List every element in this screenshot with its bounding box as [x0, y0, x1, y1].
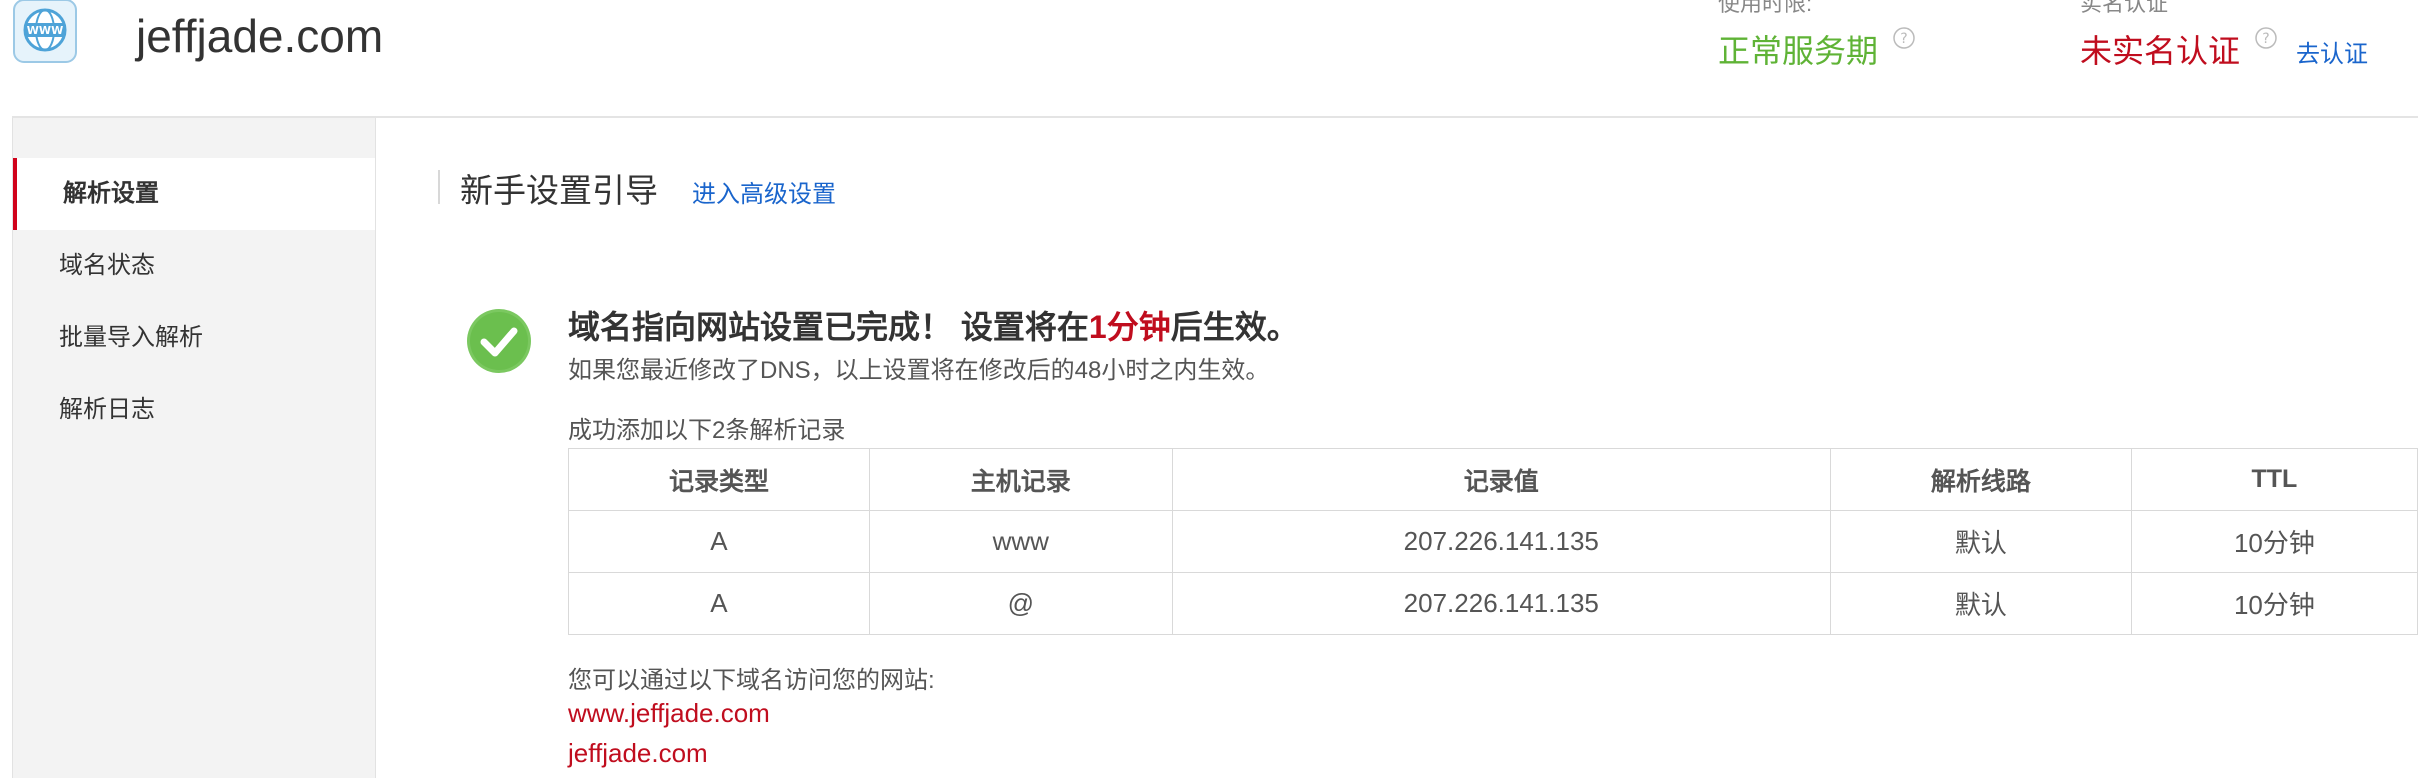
- sidebar-item-dns-settings[interactable]: 解析设置: [13, 158, 375, 230]
- svg-text:?: ?: [1900, 31, 1907, 47]
- table-cell: A: [568, 510, 870, 573]
- service-period-label: 使用时限:: [1718, 0, 1813, 16]
- table-cell: A: [568, 572, 870, 635]
- realname-value: 未实名认证: [2080, 33, 2241, 69]
- sidebar: 解析设置 域名状态 批量导入解析 解析日志: [12, 118, 376, 778]
- check-circle-icon: [466, 308, 532, 374]
- table-cell: 默认: [1829, 510, 2132, 573]
- column-header: 记录类型: [568, 448, 870, 511]
- page-title: 新手设置引导: [460, 172, 658, 209]
- records-table: 记录类型 主机记录 记录值 解析线路 TTL A www 207.226.141…: [568, 448, 2418, 635]
- section-marker: [438, 170, 440, 204]
- table-cell: 207.226.141.135: [1171, 572, 1831, 635]
- table-row: A @ 207.226.141.135 默认 10分钟: [568, 572, 2418, 635]
- sidebar-item-domain-status[interactable]: 域名状态: [13, 230, 375, 302]
- table-cell: www: [868, 510, 1173, 573]
- success-heading: 域名指向网站设置已完成！ 设置将在1分钟后生效。: [568, 302, 1299, 348]
- table-header-row: 记录类型 主机记录 记录值 解析线路 TTL: [568, 448, 2418, 511]
- advanced-settings-link[interactable]: 进入高级设置: [692, 174, 836, 209]
- table-cell: 默认: [1829, 572, 2132, 635]
- service-period-value: 正常服务期: [1718, 33, 1879, 69]
- domain-title: jeffjade.com: [136, 10, 384, 62]
- records-caption: 成功添加以下2条解析记录: [568, 417, 846, 444]
- sidebar-item-batch-import[interactable]: 批量导入解析: [13, 302, 375, 374]
- svg-text:WWW: WWW: [27, 24, 63, 37]
- success-subtext: 如果您最近修改了DNS，以上设置将在修改后的48小时之内生效。: [568, 357, 1270, 384]
- success-heading-time: 1分钟: [1088, 309, 1171, 345]
- table-cell: @: [868, 572, 1173, 635]
- column-header: 解析线路: [1829, 448, 2132, 511]
- table-cell: 10分钟: [2130, 510, 2418, 573]
- www-globe-icon: WWW: [12, 0, 78, 64]
- success-heading-prefix: 域名指向网站设置已完成！ 设置将在: [568, 309, 1089, 345]
- visit-caption: 您可以通过以下域名访问您的网站:: [568, 667, 935, 694]
- verify-link[interactable]: 去认证: [2296, 34, 2368, 69]
- table-row: A www 207.226.141.135 默认 10分钟: [568, 510, 2418, 573]
- help-icon[interactable]: ?: [1892, 26, 1916, 50]
- svg-text:?: ?: [2262, 31, 2269, 47]
- column-header: TTL: [2130, 448, 2418, 511]
- table-cell: 207.226.141.135: [1171, 510, 1831, 573]
- column-header: 主机记录: [868, 448, 1173, 511]
- realname-label: 实名认证: [2080, 0, 2169, 16]
- success-heading-suffix: 后生效。: [1170, 309, 1299, 345]
- help-icon[interactable]: ?: [2254, 26, 2278, 50]
- column-header: 记录值: [1171, 448, 1831, 511]
- table-cell: 10分钟: [2130, 572, 2418, 635]
- sidebar-item-dns-log[interactable]: 解析日志: [13, 374, 375, 446]
- site-link-root[interactable]: jeffjade.com: [568, 738, 708, 769]
- site-link-www[interactable]: www.jeffjade.com: [568, 698, 770, 729]
